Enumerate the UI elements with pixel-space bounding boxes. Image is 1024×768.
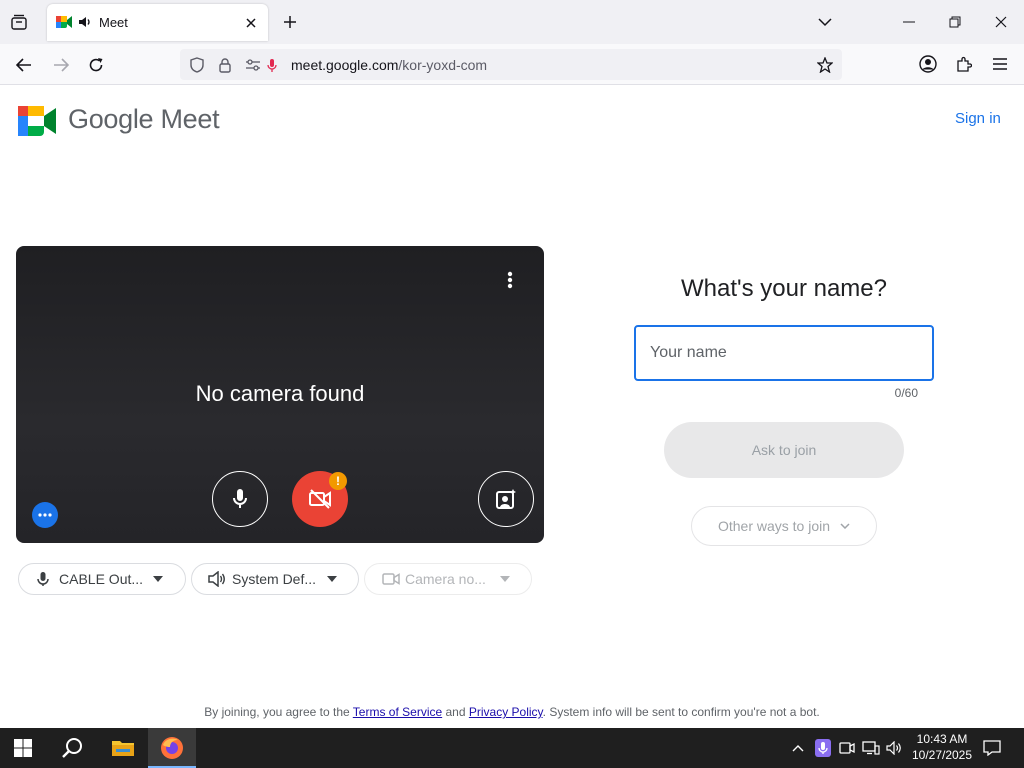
clock-date: 10/27/2025 <box>911 748 973 762</box>
microphone-active-icon[interactable] <box>264 56 280 74</box>
microphone-icon <box>37 571 49 587</box>
sign-in-link[interactable]: Sign in <box>955 110 1001 127</box>
clock[interactable]: 10:43 AM 10/27/2025 <box>910 731 974 763</box>
more-actions-button[interactable] <box>32 502 58 528</box>
close-window-icon[interactable] <box>990 12 1012 32</box>
search-icon[interactable] <box>60 736 84 760</box>
url-path: /kor-yoxd-com <box>398 57 488 73</box>
camera-warning-badge: ! <box>329 472 347 490</box>
google-meet-logo-icon <box>18 106 56 136</box>
speaker-playing-icon[interactable] <box>77 14 93 30</box>
minimize-window-icon[interactable] <box>898 12 920 32</box>
windows-taskbar: 10:43 AM 10/27/2025 <box>0 728 1024 768</box>
meet-now-icon[interactable] <box>838 739 856 757</box>
tab-title: Meet <box>99 15 128 30</box>
back-arrow-icon[interactable] <box>13 54 35 76</box>
notification-center-icon[interactable] <box>982 738 1002 758</box>
restore-window-icon[interactable] <box>944 12 966 32</box>
tab-overview-icon[interactable] <box>8 11 30 33</box>
legal-notice: By joining, you agree to the Terms of Se… <box>0 705 1024 719</box>
legal-prefix: By joining, you agree to the <box>204 705 353 719</box>
visual-effects-icon <box>495 488 517 510</box>
other-ways-label: Other ways to join <box>717 518 831 534</box>
legal-suffix: . System info will be sent to confirm yo… <box>542 705 820 719</box>
navigation-toolbar: meet.google.com/kor-yoxd-com <box>0 44 1024 85</box>
ask-to-join-button[interactable]: Ask to join <box>664 422 904 478</box>
new-tab-icon[interactable] <box>280 12 300 32</box>
google-meet-logo-text: Google Meet <box>68 104 220 134</box>
microphone-select[interactable]: CABLE Out... <box>18 563 186 595</box>
firefox-taskbar-item[interactable] <box>148 728 196 768</box>
shield-icon[interactable] <box>188 56 206 74</box>
other-ways-to-join-button[interactable]: Other ways to join <box>691 506 877 546</box>
camera-off-icon <box>308 489 332 509</box>
clock-time: 10:43 AM <box>916 732 968 746</box>
visual-effects-button[interactable] <box>478 471 534 527</box>
firefox-icon <box>160 736 184 760</box>
meet-favicon-icon <box>55 14 73 30</box>
speaker-select[interactable]: System Def... <box>191 563 359 595</box>
your-name-input[interactable] <box>634 325 934 381</box>
show-hidden-icons-chevron-icon[interactable] <box>789 740 807 756</box>
speaker-select-label: System Def... <box>232 571 317 587</box>
close-tab-icon[interactable] <box>241 13 261 33</box>
lock-icon[interactable] <box>216 56 234 74</box>
windows-start-icon[interactable] <box>12 738 34 758</box>
legal-and: and <box>442 705 469 719</box>
chevron-down-icon <box>840 523 850 529</box>
tab-strip: Meet <box>0 0 1024 44</box>
network-icon[interactable] <box>861 739 881 757</box>
permissions-icon[interactable] <box>244 56 262 74</box>
extensions-icon[interactable] <box>953 53 975 75</box>
microphone-icon <box>231 487 249 511</box>
dropdown-arrow-icon <box>153 576 163 582</box>
camera-icon <box>382 572 400 586</box>
dropdown-arrow-icon <box>500 576 510 582</box>
tab-meet[interactable]: Meet <box>47 4 268 41</box>
terms-of-service-link[interactable]: Terms of Service <box>353 705 442 719</box>
privacy-policy-link[interactable]: Privacy Policy <box>469 705 543 719</box>
list-tabs-chevron-icon[interactable] <box>815 12 835 32</box>
speaker-icon <box>208 571 226 587</box>
camera-select[interactable]: Camera no... <box>364 563 532 595</box>
video-preview: No camera found <box>16 246 544 543</box>
reload-icon[interactable] <box>85 54 107 76</box>
microphone-select-label: CABLE Out... <box>59 571 144 587</box>
menu-hamburger-icon[interactable] <box>989 53 1011 75</box>
more-horizontal-icon <box>38 513 52 517</box>
forward-arrow-icon[interactable] <box>50 54 72 76</box>
name-char-counter: 0/60 <box>894 386 918 400</box>
dropdown-arrow-icon <box>327 576 337 582</box>
address-bar[interactable]: meet.google.com/kor-yoxd-com <box>180 49 842 80</box>
microphone-in-use-icon[interactable] <box>814 739 832 757</box>
file-explorer-icon[interactable] <box>110 737 136 759</box>
volume-icon[interactable] <box>885 739 905 757</box>
url-text[interactable]: meet.google.com/kor-yoxd-com <box>291 57 487 73</box>
no-camera-message: No camera found <box>195 381 365 406</box>
account-icon[interactable] <box>917 53 939 75</box>
camera-select-label: Camera no... <box>405 571 486 587</box>
microphone-toggle-button[interactable] <box>212 471 268 527</box>
name-prompt-heading: What's your name? <box>680 275 887 302</box>
bookmark-star-icon[interactable] <box>816 56 834 74</box>
more-options-icon[interactable] <box>500 268 520 292</box>
url-domain: meet.google.com <box>291 57 399 73</box>
